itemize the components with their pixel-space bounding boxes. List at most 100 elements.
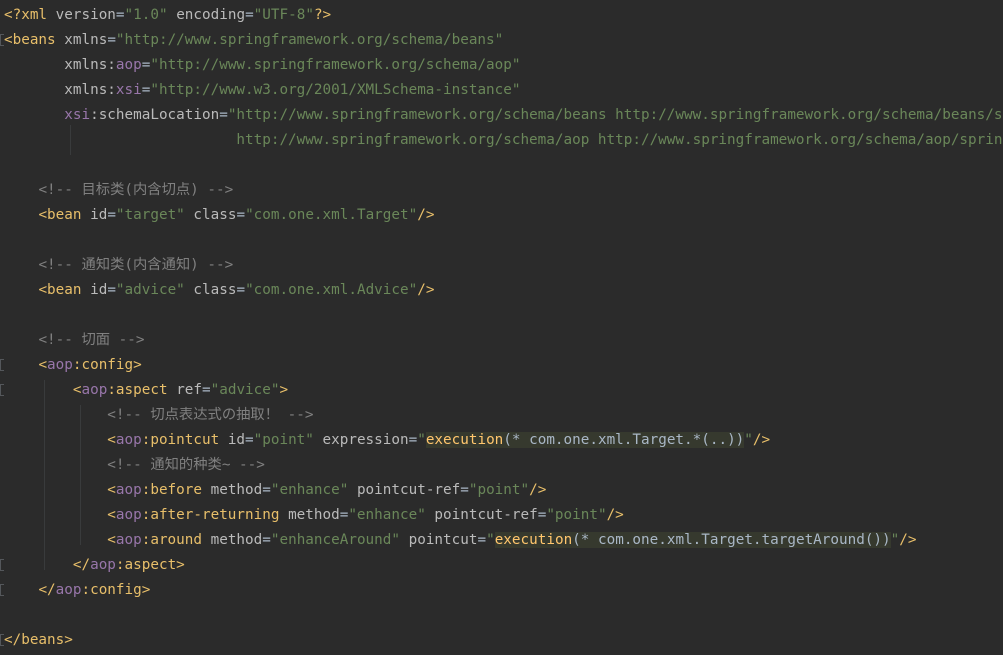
code-token: aop bbox=[115, 57, 142, 73]
code-token: version bbox=[55, 7, 116, 23]
expression-highlight: execution(* com.one.xml.Target.targetAro… bbox=[494, 532, 891, 548]
code-line[interactable]: <bean id="target" class="com.one.xml.Tar… bbox=[4, 203, 434, 228]
code-token: aop bbox=[115, 507, 142, 523]
code-token: < bbox=[107, 532, 116, 548]
code-token: (* com.one.xml.Target.targetAround()) bbox=[572, 532, 891, 548]
code-token: class bbox=[193, 207, 237, 223]
code-token: method bbox=[288, 507, 340, 523]
code-token: < bbox=[107, 482, 116, 498]
code-token: encoding bbox=[176, 7, 246, 23]
code-line[interactable]: <aop:config> bbox=[4, 353, 141, 378]
code-line[interactable]: http://www.springframework.org/schema/ao… bbox=[4, 128, 1003, 153]
code-line[interactable]: <!-- 切点表达式の抽取！ --> bbox=[4, 403, 313, 428]
code-token: <bean bbox=[38, 207, 91, 223]
code-token: aop bbox=[55, 582, 82, 598]
code-line[interactable]: xmlns:xsi="http://www.w3.org/2001/XMLSch… bbox=[4, 78, 520, 103]
expression-highlight: execution(* com.one.xml.Target.*(..)) bbox=[425, 432, 745, 448]
code-token: = bbox=[477, 532, 487, 548]
code-token: aop bbox=[115, 482, 142, 498]
code-token: :around bbox=[141, 532, 211, 548]
code-token: aop bbox=[90, 557, 116, 573]
code-token: </ bbox=[38, 582, 56, 598]
code-token: " bbox=[744, 432, 753, 448]
code-token: = bbox=[236, 207, 246, 223]
code-line[interactable]: <aop:pointcut id="point" expression="exe… bbox=[4, 428, 770, 453]
code-token: = bbox=[245, 432, 254, 448]
code-token: method bbox=[210, 482, 263, 498]
code-token: = bbox=[236, 282, 246, 298]
code-token: /> bbox=[417, 282, 435, 298]
code-line[interactable]: xsi:schemaLocation="http://www.springfra… bbox=[4, 103, 1003, 128]
code-token: aop bbox=[115, 432, 142, 448]
code-line[interactable]: </aop:aspect> bbox=[4, 553, 185, 578]
code-line[interactable]: xmlns:aop="http://www.springframework.or… bbox=[4, 53, 520, 78]
code-line[interactable]: <aop:around method="enhanceAround" point… bbox=[4, 528, 916, 553]
code-token: <beans bbox=[4, 32, 65, 48]
code-token: "enhanceAround" bbox=[270, 532, 400, 548]
code-token: = bbox=[107, 32, 116, 48]
code-token: "UTF-8" bbox=[253, 7, 314, 23]
code-token: = bbox=[262, 482, 271, 498]
code-token: = bbox=[202, 382, 211, 398]
code-line[interactable]: <aop:before method="enhance" pointcut-re… bbox=[4, 478, 546, 503]
code-token: <!-- 通知类(内含通知) --> bbox=[38, 257, 234, 273]
code-token: id bbox=[90, 282, 108, 298]
code-token: "com.one.xml.Target" bbox=[245, 207, 418, 223]
code-token: class bbox=[193, 282, 237, 298]
code-line[interactable]: <!-- 目标类(内含切点) --> bbox=[4, 178, 233, 203]
code-token: :config> bbox=[81, 582, 151, 598]
code-line[interactable]: <!-- 切面 --> bbox=[4, 328, 144, 353]
code-line[interactable]: <!-- 通知的种类~ --> bbox=[4, 453, 265, 478]
code-line[interactable]: </aop:config> bbox=[4, 578, 150, 603]
code-token: aop bbox=[47, 357, 73, 373]
code-token: = bbox=[219, 107, 228, 123]
code-line[interactable]: <beans xmlns="http://www.springframework… bbox=[4, 28, 503, 53]
code-token: pointcut-ref bbox=[434, 507, 538, 523]
code-line[interactable]: <!-- 通知类(内含通知) --> bbox=[4, 253, 233, 278]
code-token: execution bbox=[494, 532, 573, 548]
code-token: = bbox=[107, 282, 116, 298]
code-token: ?> bbox=[313, 7, 332, 23]
code-token: "http://www.springframework.org/schema/b… bbox=[227, 107, 1003, 123]
code-token: xmlns: bbox=[64, 57, 116, 73]
code-line[interactable]: <aop:after-returning method="enhance" po… bbox=[4, 503, 624, 528]
code-editor[interactable]: <?xml version="1.0" encoding="UTF-8"?> <b… bbox=[0, 0, 1003, 655]
code-token: aop bbox=[81, 382, 108, 398]
code-token: id bbox=[90, 207, 108, 223]
code-token: <bean bbox=[38, 282, 91, 298]
code-token: ref bbox=[176, 382, 203, 398]
code-token: < bbox=[107, 507, 116, 523]
code-token: </beans> bbox=[4, 632, 73, 648]
code-token: < bbox=[107, 432, 116, 448]
code-line[interactable]: <aop:aspect ref="advice"> bbox=[4, 378, 288, 403]
code-token: :schemaLocation bbox=[90, 107, 220, 123]
code-line[interactable]: <bean id="advice" class="com.one.xml.Adv… bbox=[4, 278, 434, 303]
code-token: /> bbox=[417, 207, 435, 223]
code-token: "com.one.xml.Advice" bbox=[245, 282, 418, 298]
code-line[interactable]: <?xml version="1.0" encoding="UTF-8"?> bbox=[4, 3, 331, 28]
code-token: expression bbox=[322, 432, 409, 448]
code-token: " bbox=[486, 532, 495, 548]
code-token: http://www.springframework.org/schema/ao… bbox=[236, 132, 1003, 148]
code-line[interactable]: </beans> bbox=[4, 628, 73, 653]
code-token: "point" bbox=[546, 507, 607, 523]
code-token: :pointcut bbox=[141, 432, 228, 448]
